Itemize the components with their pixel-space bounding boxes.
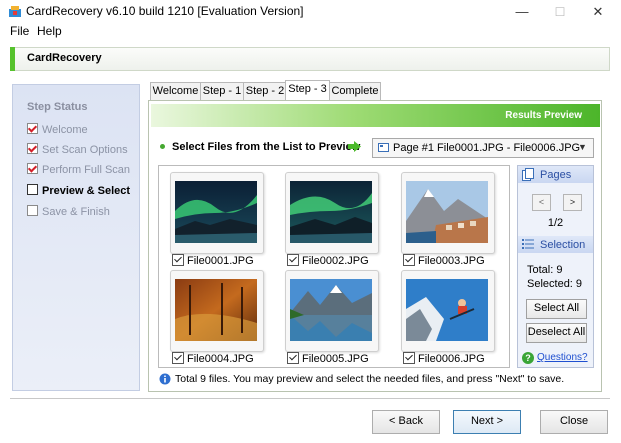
help-icon[interactable]: ? <box>522 352 534 364</box>
selection-title: Selection <box>540 239 586 251</box>
thumbnail-file0004[interactable] <box>170 270 264 352</box>
tab-step-3[interactable]: Step - 3 <box>285 80 330 102</box>
checkbox-icon <box>287 254 299 266</box>
step-perform-full-scan: Perform Full Scan <box>27 163 130 176</box>
checkbox-icon <box>403 352 415 364</box>
menu-file[interactable]: File <box>10 24 29 38</box>
autumn-forest-icon <box>175 279 257 341</box>
aurora-icon <box>290 181 372 243</box>
file-checkbox-file0002[interactable]: File0002.JPG <box>287 254 369 267</box>
checkbox-icon <box>172 254 184 266</box>
chevron-down-icon[interactable]: ▼ <box>578 142 587 152</box>
checkbox-icon <box>172 352 184 364</box>
mountain-lake-icon <box>290 279 372 341</box>
file-checkbox-file0005[interactable]: File0005.JPG <box>287 352 369 365</box>
back-button[interactable]: < Back <box>372 410 440 434</box>
info-icon <box>159 373 171 385</box>
aurora-icon <box>175 181 257 243</box>
app-icon <box>9 6 21 17</box>
thumbnail-file0006[interactable] <box>401 270 495 352</box>
skier-icon <box>406 279 488 341</box>
next-page-button[interactable]: > <box>563 194 582 211</box>
step-status-title: Step Status <box>27 101 88 113</box>
unchecked-icon <box>27 184 38 195</box>
prev-page-button[interactable]: < <box>532 194 551 211</box>
step-save-finish: Save & Finish <box>27 205 110 218</box>
tab-welcome[interactable]: Welcome <box>150 82 201 101</box>
file-checkbox-file0006[interactable]: File0006.JPG <box>403 352 485 365</box>
thumbnail-file0003[interactable] <box>401 172 495 254</box>
step-preview-select: Preview & Select <box>27 184 130 197</box>
mountain-village-icon <box>406 181 488 243</box>
header-title: CardRecovery <box>27 52 102 64</box>
select-files-label: Select Files from the List to Preview <box>172 141 361 153</box>
checked-icon <box>27 143 38 154</box>
file-checkbox-file0001[interactable]: File0001.JPG <box>172 254 254 267</box>
select-all-button[interactable]: Select All <box>526 299 587 319</box>
unchecked-icon <box>27 205 38 216</box>
page-select-value: Page #1 File0001.JPG - File0006.JPG <box>393 142 581 154</box>
checkbox-icon <box>403 254 415 266</box>
file-checkbox-file0004[interactable]: File0004.JPG <box>172 352 254 365</box>
tab-step-1[interactable]: Step - 1 <box>200 82 244 101</box>
next-button[interactable]: Next > <box>453 410 521 434</box>
thumbnail-file0002[interactable] <box>285 172 379 254</box>
header-accent <box>10 47 15 71</box>
menu-bar: File Help <box>0 22 621 40</box>
pages-title: Pages <box>540 169 572 181</box>
deselect-all-button[interactable]: Deselect All <box>526 323 587 343</box>
tab-complete[interactable]: Complete <box>329 82 381 101</box>
close-button[interactable]: Close <box>540 410 608 434</box>
checkbox-icon <box>287 352 299 364</box>
questions-link[interactable]: Questions? <box>537 352 588 363</box>
thumbnail-file0005[interactable] <box>285 270 379 352</box>
step-set-scan-options: Set Scan Options <box>27 143 128 156</box>
tab-step-2[interactable]: Step - 2 <box>243 82 287 101</box>
page-counter: 1/2 <box>547 217 564 229</box>
total-count: Total: 9 <box>527 264 563 276</box>
list-icon <box>522 239 534 249</box>
menu-help[interactable]: Help <box>37 24 62 38</box>
file-checkbox-file0003[interactable]: File0003.JPG <box>403 254 485 267</box>
info-message: Total 9 files. You may preview and selec… <box>175 373 565 385</box>
selected-count: Selected: 9 <box>527 278 583 290</box>
window-title: CardRecovery v6.10 build 1210 [Evaluatio… <box>26 4 304 18</box>
close-window-button[interactable]: ✕ <box>576 0 620 24</box>
step-welcome: Welcome <box>27 123 88 136</box>
divider <box>10 398 610 399</box>
results-banner-label: Results Preview <box>505 110 582 121</box>
bullet-icon <box>160 144 165 149</box>
green-arrow-icon <box>348 141 361 152</box>
pages-icon <box>522 168 534 181</box>
checked-icon <box>27 163 38 174</box>
thumbnail-file0001[interactable] <box>170 172 264 254</box>
checked-icon <box>27 123 38 134</box>
page-icon <box>378 143 389 152</box>
